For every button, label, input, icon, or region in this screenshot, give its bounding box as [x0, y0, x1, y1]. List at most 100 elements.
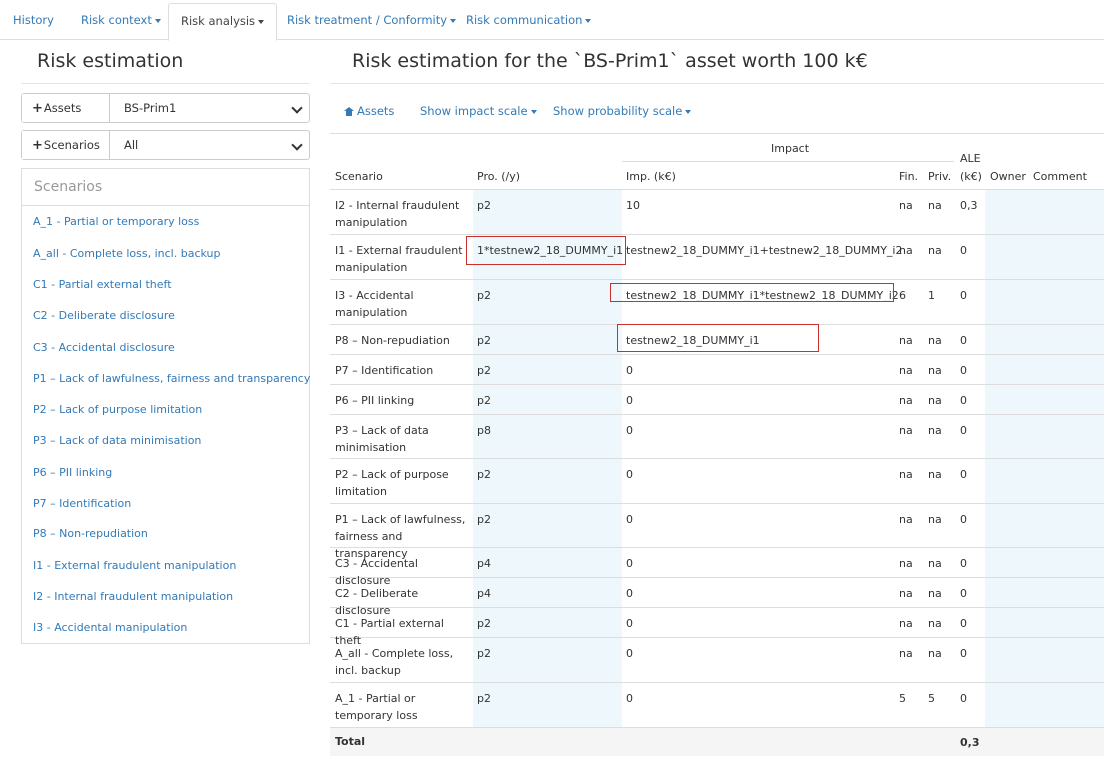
- table-row: I1 - External fraudulent manipulation 1*…: [330, 235, 1104, 280]
- scenario-link[interactable]: A_1 - Partial or temporary loss: [33, 215, 199, 228]
- impact-cell[interactable]: 0: [626, 392, 633, 409]
- privacy-cell: na: [928, 424, 942, 437]
- impact-cell[interactable]: 0: [626, 690, 633, 707]
- scenarios-filter: +Scenarios All: [21, 130, 310, 160]
- ale-cell: 0: [960, 334, 967, 347]
- impact-cell[interactable]: 0: [626, 511, 633, 528]
- impact-cell[interactable]: 0: [626, 362, 633, 379]
- privacy-cell: na: [928, 587, 942, 600]
- ale-cell: 0: [960, 587, 967, 600]
- tab-history[interactable]: History: [1, 3, 66, 40]
- ale-header: ALE: [960, 152, 981, 165]
- privacy-cell: na: [928, 364, 942, 377]
- total-ale-value: 0,3: [960, 736, 980, 749]
- scenario-link[interactable]: P3 – Lack of data minimisation: [33, 434, 201, 447]
- ale-cell: 0: [960, 513, 967, 526]
- scenario-link[interactable]: P7 – Identification: [33, 497, 131, 510]
- owner-header: Owner: [990, 170, 1026, 183]
- financial-cell: na: [899, 557, 913, 570]
- ale-cell: 0: [960, 557, 967, 570]
- add-asset-button[interactable]: +Assets: [22, 94, 110, 122]
- scenario-cell: I2 - Internal fraudulent manipulation: [335, 199, 460, 229]
- scenarios-select[interactable]: All: [110, 131, 309, 159]
- probability-cell[interactable]: p2: [477, 392, 491, 409]
- scenario-link[interactable]: P8 – Non-repudiation: [33, 527, 148, 540]
- impact-cell[interactable]: 0: [626, 585, 633, 602]
- scenario-link[interactable]: I3 - Accidental manipulation: [33, 621, 187, 634]
- impact-cell[interactable]: 0: [626, 555, 633, 572]
- probability-cell[interactable]: p4: [477, 555, 491, 572]
- impact-cell[interactable]: 0: [626, 466, 633, 483]
- caret-down-icon: [258, 19, 265, 24]
- privacy-cell: na: [928, 334, 942, 347]
- privacy-cell: na: [928, 617, 942, 630]
- scenario-link[interactable]: C1 - Partial external theft: [33, 278, 172, 291]
- comment-header: Comment: [1033, 170, 1087, 183]
- impact-cell[interactable]: testnew2_18_DUMMY_i1: [626, 332, 760, 349]
- table-row: I2 - Internal fraudulent manipulation p2…: [330, 190, 1104, 235]
- impact-cell[interactable]: 0: [626, 422, 633, 439]
- scenario-link[interactable]: A_all - Complete loss, incl. backup: [33, 247, 220, 260]
- scenario-cell: A_1 - Partial or temporary loss: [335, 692, 418, 722]
- ale-cell: 0: [960, 424, 967, 437]
- financial-cell: na: [899, 424, 913, 437]
- probability-cell[interactable]: p2: [477, 332, 491, 349]
- page-title: Risk estimation for the `BS-Prim1` asset…: [352, 50, 868, 72]
- table-row: A_all - Complete loss, incl. backup p2 0…: [330, 638, 1104, 683]
- total-row: Total 0,3: [330, 728, 1104, 756]
- add-scenario-button[interactable]: +Scenarios: [22, 131, 110, 159]
- table-row: I3 - Accidental manipulation p2 testnew2…: [330, 280, 1104, 325]
- probability-cell[interactable]: p2: [477, 645, 491, 662]
- show-probability-scale-dropdown[interactable]: Show probability scale: [553, 104, 692, 118]
- divider: [330, 83, 1104, 84]
- scenario-link[interactable]: P1 – Lack of lawfulness, fairness and tr…: [33, 372, 310, 385]
- scenario-link[interactable]: C2 - Deliberate disclosure: [33, 309, 175, 322]
- scenario-list-panel: Scenarios A_1 - Partial or temporary los…: [21, 168, 310, 644]
- table-row: P6 – PII linking p2 0 na na 0: [330, 385, 1104, 415]
- probability-cell[interactable]: p2: [477, 362, 491, 379]
- probability-cell[interactable]: p2: [477, 466, 491, 483]
- probability-cell[interactable]: p4: [477, 585, 491, 602]
- financial-cell: na: [899, 199, 913, 212]
- scenario-link[interactable]: P6 – PII linking: [33, 466, 112, 479]
- tab-risk-analysis[interactable]: Risk analysis: [168, 3, 278, 41]
- impact-cell[interactable]: testnew2_18_DUMMY_i1+testnew2_18_DUMMY_i…: [626, 242, 902, 259]
- probability-cell[interactable]: p2: [477, 287, 491, 304]
- probability-cell[interactable]: p8: [477, 422, 491, 439]
- impact-header: Imp. (k€): [626, 170, 676, 183]
- plus-icon: +: [32, 138, 43, 153]
- tab-risk-context[interactable]: Risk context: [69, 3, 173, 40]
- financial-cell: na: [899, 647, 913, 660]
- probability-cell[interactable]: 1*testnew2_18_DUMMY_i1: [477, 242, 623, 259]
- caret-down-icon: [154, 18, 161, 23]
- tab-risk-communication[interactable]: Risk communication: [454, 3, 603, 40]
- tab-risk-treatment[interactable]: Risk treatment / Conformity: [275, 3, 468, 40]
- scenario-header: Scenario: [335, 170, 383, 183]
- impact-cell[interactable]: 10: [626, 197, 640, 214]
- table-row: C3 - Accidental disclosure p4 0 na na 0: [330, 548, 1104, 587]
- table-row: C2 - Deliberate disclosure p4 0 na na 0: [330, 578, 1104, 617]
- privacy-header: Priv.: [928, 170, 952, 183]
- scenario-link[interactable]: I2 - Internal fraudulent manipulation: [33, 590, 233, 603]
- impact-cell[interactable]: 0: [626, 645, 633, 662]
- privacy-cell: 5: [928, 692, 935, 705]
- probability-cell[interactable]: p2: [477, 615, 491, 632]
- assets-select[interactable]: BS-Prim1: [110, 94, 309, 122]
- left-panel-title: Risk estimation: [37, 50, 184, 72]
- probability-cell[interactable]: p2: [477, 511, 491, 528]
- probability-cell[interactable]: p2: [477, 690, 491, 707]
- assets-link[interactable]: Assets: [344, 104, 394, 118]
- total-label: Total: [335, 735, 366, 748]
- impact-cell[interactable]: 0: [626, 615, 633, 632]
- financial-cell: 6: [899, 289, 906, 302]
- ale-cell: 0: [960, 617, 967, 630]
- show-impact-scale-dropdown[interactable]: Show impact scale: [420, 104, 537, 118]
- table-row: P7 – Identification p2 0 na na 0: [330, 355, 1104, 385]
- scenario-cell: P3 – Lack of data minimisation: [335, 424, 429, 454]
- probability-cell[interactable]: p2: [477, 197, 491, 214]
- scenario-link[interactable]: I1 - External fraudulent manipulation: [33, 559, 236, 572]
- scenario-link[interactable]: P2 – Lack of purpose limitation: [33, 403, 202, 416]
- scenario-link[interactable]: C3 - Accidental disclosure: [33, 341, 175, 354]
- privacy-cell: na: [928, 513, 942, 526]
- impact-cell[interactable]: testnew2_18_DUMMY_i1*testnew2_18_DUMMY_i…: [626, 287, 899, 304]
